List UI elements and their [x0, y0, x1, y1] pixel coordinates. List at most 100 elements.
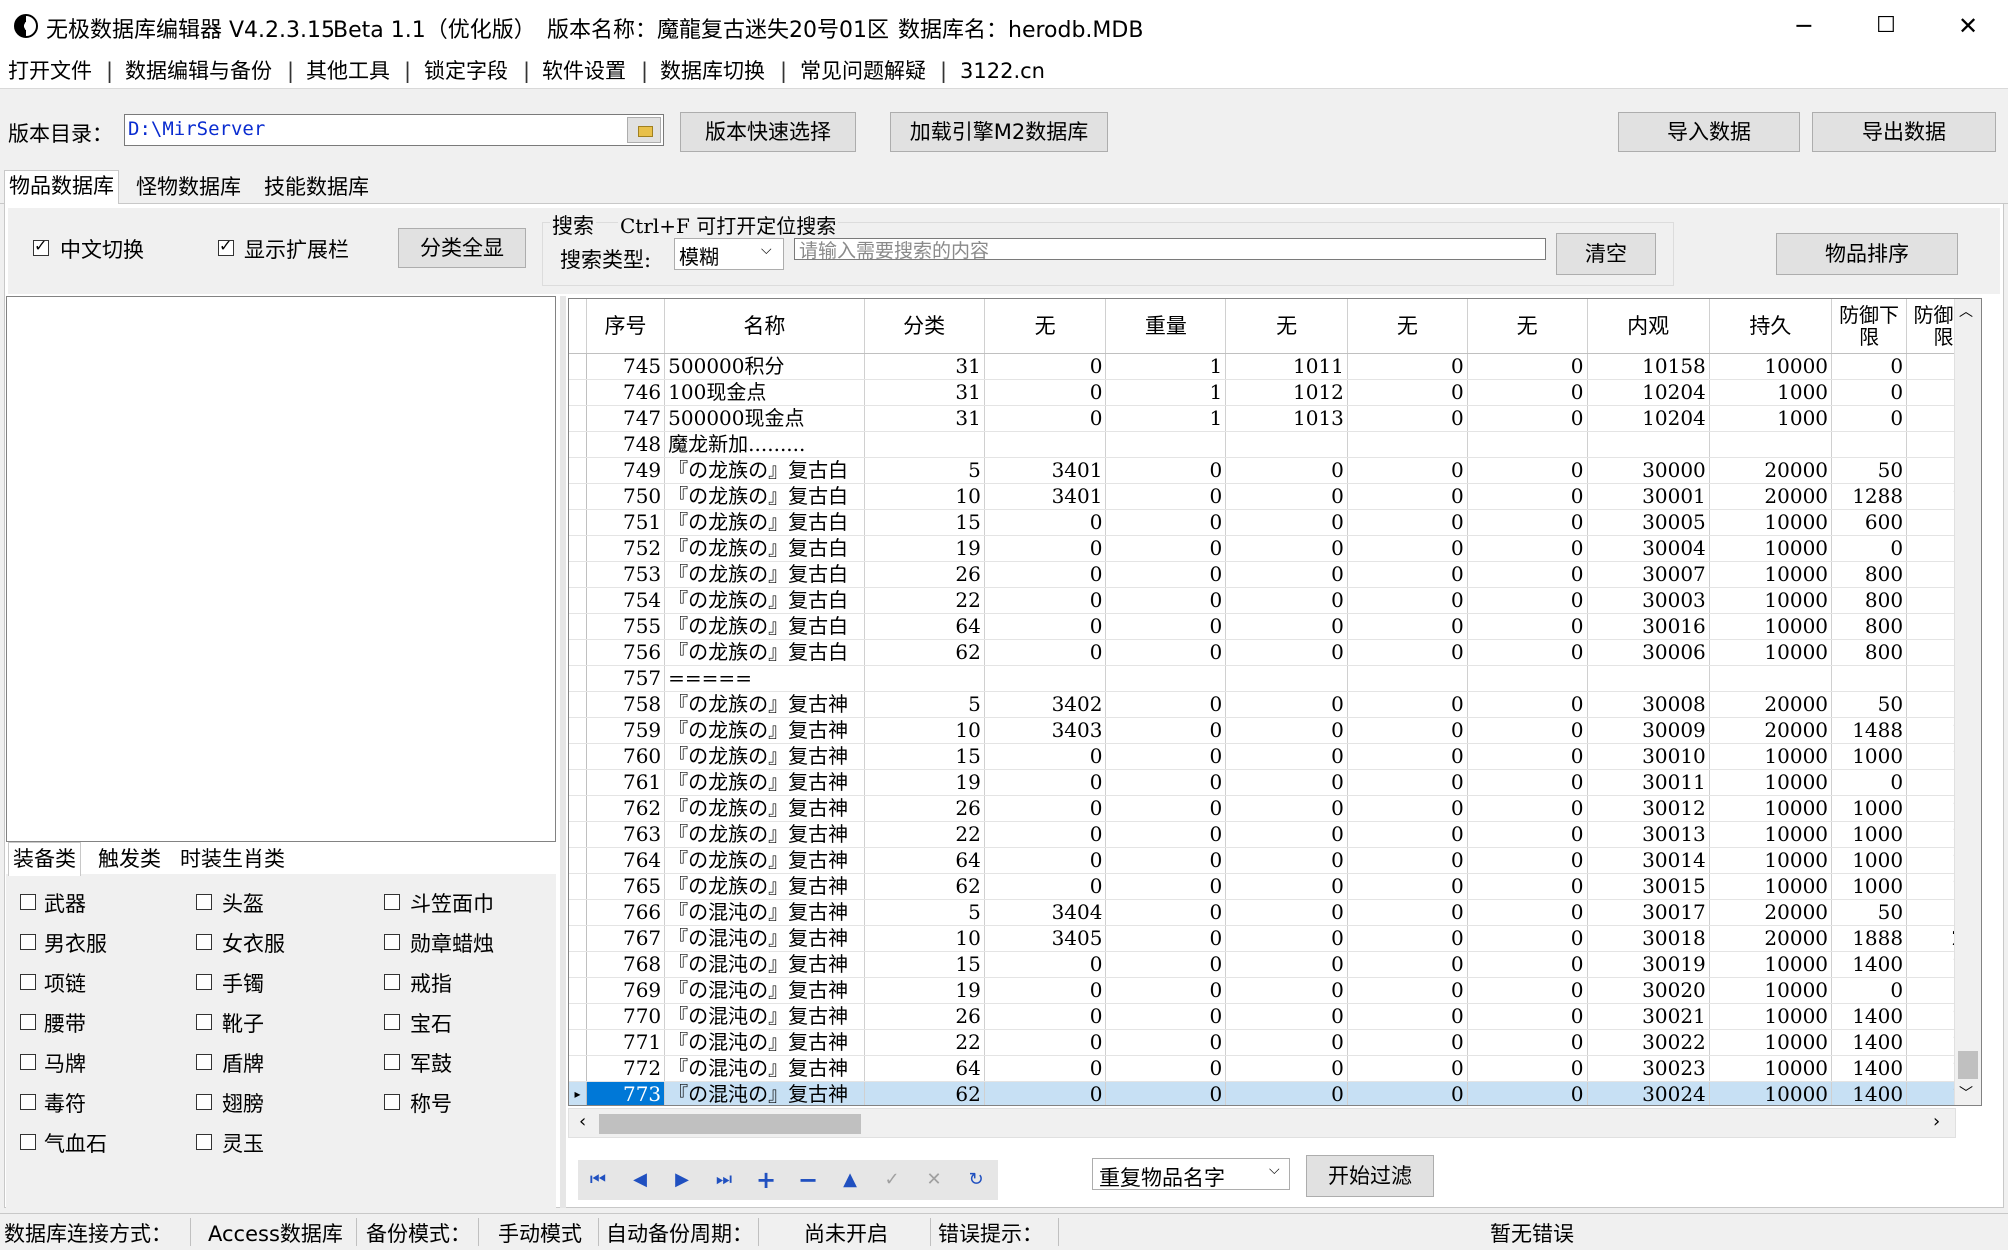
- table-cell[interactable]: 0: [1347, 535, 1468, 562]
- item-tree-panel[interactable]: [6, 296, 556, 842]
- table-cell[interactable]: 1000: [1831, 847, 1908, 874]
- category-checkbox-talisman[interactable]: [20, 1094, 36, 1110]
- table-row[interactable]: 758『の龙族の』复古神5340200003000820000502: [569, 691, 1981, 718]
- table-cell[interactable]: 50: [1831, 899, 1908, 926]
- table-cell[interactable]: 766: [586, 899, 666, 926]
- row-indicator[interactable]: [569, 431, 587, 458]
- table-cell[interactable]: 19: [864, 769, 985, 796]
- category-checkbox-belt[interactable]: [20, 1014, 36, 1030]
- grid-hscrollbar[interactable]: ‹ ›: [568, 1108, 1956, 1138]
- category-checkbox-boots[interactable]: [196, 1014, 212, 1030]
- table-cell[interactable]: 『の龙族の』复古白: [664, 483, 865, 510]
- table-cell[interactable]: 800: [1831, 639, 1908, 666]
- table-cell[interactable]: 745: [586, 353, 666, 380]
- table-cell[interactable]: 771: [586, 1029, 666, 1056]
- table-cell[interactable]: 10000: [1709, 743, 1833, 770]
- row-indicator[interactable]: [569, 1003, 587, 1030]
- table-row[interactable]: 772『の混沌の』复古神64000003002310000140014: [569, 1055, 1981, 1082]
- table-cell[interactable]: 10000: [1709, 951, 1833, 978]
- table-cell[interactable]: 0: [1467, 483, 1588, 510]
- table-cell[interactable]: 0: [1467, 457, 1588, 484]
- table-cell[interactable]: 0: [984, 821, 1107, 848]
- table-cell[interactable]: 0: [1105, 1003, 1227, 1030]
- table-cell[interactable]: 『の混沌の』复古神: [664, 925, 865, 952]
- table-row[interactable]: 755『の龙族の』复古白640000030016100008008: [569, 613, 1981, 640]
- table-cell[interactable]: 1000: [1831, 821, 1908, 848]
- row-indicator[interactable]: [569, 665, 587, 692]
- table-cell[interactable]: 1888: [1831, 925, 1908, 952]
- table-cell[interactable]: 3402: [984, 691, 1107, 718]
- tab-skills-db[interactable]: 技能数据库: [260, 172, 373, 204]
- search-input[interactable]: 请输入需要搜索的内容: [794, 238, 1546, 262]
- table-cell[interactable]: 0: [1105, 925, 1227, 952]
- table-row[interactable]: 747 500000现金点 31 0 1 1013 0 0 10204 1000 0: [569, 405, 1981, 432]
- table-cell[interactable]: 10000: [1709, 769, 1833, 796]
- table-cell[interactable]: 『の龙族の』复古神: [664, 873, 865, 900]
- table-cell[interactable]: 1000: [1831, 795, 1908, 822]
- table-cell[interactable]: 『の龙族の』复古神: [664, 847, 865, 874]
- table-row[interactable]: 753『の龙族の』复古白260000030007100008008: [569, 561, 1981, 588]
- table-cell[interactable]: 800: [1831, 561, 1908, 588]
- table-cell[interactable]: [1105, 665, 1227, 692]
- column-header[interactable]: 无: [984, 299, 1107, 354]
- column-header[interactable]: 无: [1225, 299, 1348, 354]
- table-cell[interactable]: 10000: [1709, 535, 1833, 562]
- table-cell[interactable]: 『の龙族の』复古白: [664, 509, 865, 536]
- category-checkbox-helmet[interactable]: [196, 894, 212, 910]
- chinese-switch-checkbox[interactable]: [33, 236, 49, 256]
- load-m2-button[interactable]: 加载引擎M2数据库: [890, 112, 1108, 152]
- table-cell[interactable]: 0: [1347, 743, 1468, 770]
- table-cell[interactable]: 758: [586, 691, 666, 718]
- search-type-select[interactable]: 模糊 ⌵: [674, 238, 784, 270]
- table-cell[interactable]: [1347, 665, 1468, 692]
- table-cell[interactable]: 20000: [1709, 691, 1833, 718]
- tab-trigger[interactable]: 触发类: [94, 844, 165, 876]
- table-cell[interactable]: 10000: [1709, 821, 1833, 848]
- hscroll-thumb[interactable]: [599, 1114, 861, 1134]
- table-cell[interactable]: 0: [1467, 561, 1588, 588]
- column-header[interactable]: 分类: [864, 299, 985, 354]
- table-cell[interactable]: 3403: [984, 717, 1107, 744]
- column-header[interactable]: 无: [1467, 299, 1588, 354]
- table-cell[interactable]: 0: [984, 951, 1107, 978]
- minimize-icon[interactable]: ─: [1764, 0, 1844, 54]
- category-checkbox-hat[interactable]: [384, 894, 400, 910]
- table-cell[interactable]: 『の龙族の』复古神: [664, 743, 865, 770]
- category-checkbox-hp-stone[interactable]: [20, 1134, 36, 1150]
- table-cell[interactable]: 0: [1105, 1029, 1227, 1056]
- column-header[interactable]: 防御下限: [1831, 299, 1908, 354]
- table-cell[interactable]: 31: [864, 405, 985, 432]
- table-cell[interactable]: 15: [864, 951, 985, 978]
- table-row[interactable]: 766『の混沌の』复古神5340400003001720000502: [569, 899, 1981, 926]
- table-cell[interactable]: 20000: [1709, 457, 1833, 484]
- table-cell[interactable]: 0: [1225, 925, 1348, 952]
- table-cell[interactable]: 749: [586, 457, 666, 484]
- table-cell[interactable]: 10: [864, 717, 985, 744]
- row-indicator[interactable]: [569, 535, 587, 562]
- table-cell[interactable]: 30004: [1587, 535, 1710, 562]
- table-cell[interactable]: 0: [1467, 1003, 1588, 1030]
- table-cell[interactable]: 0: [1467, 847, 1588, 874]
- menu-data-edit[interactable]: 数据编辑与备份: [125, 54, 272, 88]
- table-cell[interactable]: 768: [586, 951, 666, 978]
- import-button[interactable]: 导入数据: [1618, 112, 1800, 152]
- table-cell[interactable]: 752: [586, 535, 666, 562]
- table-cell[interactable]: 0: [984, 795, 1107, 822]
- row-indicator[interactable]: [569, 925, 587, 952]
- splitter-handle[interactable]: [560, 296, 566, 1208]
- table-cell[interactable]: 754: [586, 587, 666, 614]
- table-cell[interactable]: 0: [1831, 977, 1908, 1004]
- edit-icon[interactable]: ▲: [832, 1165, 868, 1195]
- table-cell[interactable]: 1400: [1831, 1029, 1908, 1056]
- table-cell[interactable]: 30019: [1587, 951, 1710, 978]
- table-cell[interactable]: 『の龙族の』复古白: [664, 457, 865, 484]
- table-cell[interactable]: 0: [1105, 509, 1227, 536]
- table-cell[interactable]: 0: [984, 1029, 1107, 1056]
- table-cell[interactable]: 31: [864, 353, 985, 380]
- table-cell[interactable]: 0: [1225, 561, 1348, 588]
- table-cell[interactable]: 770: [586, 1003, 666, 1030]
- table-cell[interactable]: 0: [1105, 613, 1227, 640]
- category-checkbox-wings[interactable]: [196, 1094, 212, 1110]
- category-checkbox-ring[interactable]: [384, 974, 400, 990]
- table-cell[interactable]: 0: [1467, 405, 1588, 432]
